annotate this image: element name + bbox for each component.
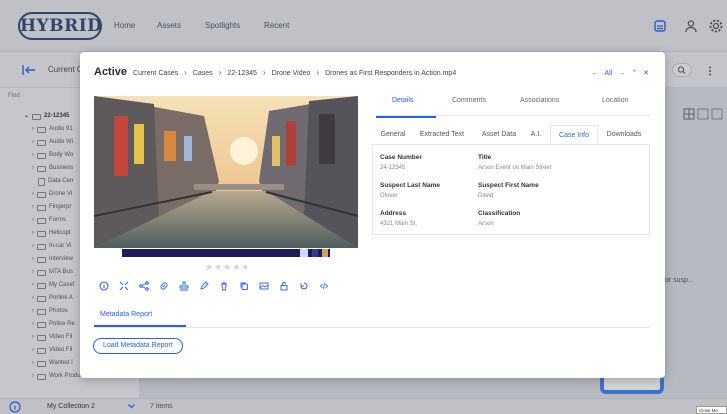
- field-label: Case Number: [380, 154, 422, 161]
- case-info-panel: Case Number 24-12345 Title Arson Event o…: [372, 144, 650, 235]
- title-field: Title Arson Event on Main Street: [478, 154, 551, 171]
- subtab-ai[interactable]: A.I.: [524, 125, 548, 144]
- asset-toolbar: [94, 280, 334, 292]
- expand-icon[interactable]: [114, 280, 134, 292]
- field-label: Suspect First Name: [478, 182, 539, 189]
- pen-icon[interactable]: [194, 280, 214, 292]
- field-label: Address: [380, 210, 407, 217]
- close-tooltip: Close Mo: [696, 406, 727, 414]
- load-metadata-report-button[interactable]: Load Metadata Report: [93, 338, 183, 354]
- timeline-marker: [300, 249, 308, 257]
- breadcrumb-separator-icon: ›: [316, 68, 320, 77]
- breadcrumb-item[interactable]: Cases: [193, 70, 213, 77]
- modal-header: Active Current Cases › Cases › 22-12345 …: [94, 66, 456, 78]
- lock-icon[interactable]: [274, 280, 294, 292]
- history-icon[interactable]: [294, 280, 314, 292]
- breadcrumb-item[interactable]: Drone Video: [272, 70, 311, 77]
- subtab-extracted-text[interactable]: Extracted Text: [412, 125, 472, 144]
- suspect-last-name-field: Suspect Last Name Glover: [380, 182, 440, 199]
- copy-icon[interactable]: [234, 280, 254, 292]
- subtab-asset-data[interactable]: Asset Data: [474, 125, 524, 144]
- divider: [94, 327, 650, 328]
- active-tab-indicator: [94, 325, 186, 327]
- field-value: 4321 Main St.: [380, 221, 418, 227]
- field-label: Title: [478, 154, 492, 161]
- share-icon[interactable]: [134, 280, 154, 292]
- tab-associations[interactable]: Associations: [520, 97, 559, 104]
- field-value: Arson Event on Main Street: [478, 165, 552, 171]
- asset-preview-image[interactable]: [94, 96, 358, 248]
- collapse-up-icon[interactable]: ⌃: [631, 69, 637, 77]
- tab-details[interactable]: Details: [392, 97, 413, 104]
- all-assets-link[interactable]: All: [604, 70, 612, 77]
- code-icon[interactable]: [314, 280, 334, 292]
- suspect-first-name-field: Suspect First Name David: [478, 182, 539, 199]
- detail-subtabs: General Extracted Text Asset Data A.I. C…: [372, 125, 650, 145]
- info-icon[interactable]: [94, 280, 114, 292]
- previous-arrow-icon[interactable]: ←: [591, 70, 598, 77]
- tab-comments[interactable]: Comments: [452, 97, 486, 104]
- stamp-icon[interactable]: [174, 280, 194, 292]
- trash-icon[interactable]: [214, 280, 234, 292]
- star-rating[interactable]: ★★★★★: [205, 262, 250, 273]
- classification-field: Classification Arson: [478, 210, 520, 227]
- image-icon[interactable]: [254, 280, 274, 292]
- field-value: Arson: [478, 221, 494, 227]
- field-value: David: [478, 193, 494, 199]
- active-tab-indicator: [376, 116, 436, 118]
- address-field: Address 4321 Main St.: [380, 210, 417, 227]
- modal-navigation: ← All → ⌃ ✕: [591, 69, 649, 78]
- breadcrumb-separator-icon: ›: [184, 68, 187, 77]
- breadcrumb-item[interactable]: 22-12345: [227, 70, 257, 77]
- asset-detail-modal: Active Current Cases › Cases › 22-12345 …: [80, 52, 665, 378]
- breadcrumb-separator-icon: ›: [262, 68, 266, 77]
- field-value: 24-12345: [380, 165, 406, 171]
- timeline-marker: [322, 249, 328, 257]
- tab-metadata-report[interactable]: Metadata Report: [100, 311, 152, 318]
- field-label: Suspect Last Name: [380, 182, 440, 189]
- detail-tabs: Details Comments Associations Location: [376, 96, 650, 118]
- subtab-downloads[interactable]: Downloads: [600, 125, 648, 144]
- status-label: Active: [94, 66, 128, 78]
- subtab-case-info[interactable]: Case Info: [550, 125, 598, 144]
- breadcrumb-item[interactable]: Current Cases: [133, 70, 178, 77]
- field-value: Glover: [380, 193, 398, 199]
- subtab-general[interactable]: General: [376, 125, 410, 144]
- video-timeline-strip[interactable]: [122, 249, 330, 257]
- city-canal-image: [94, 96, 358, 248]
- field-label: Classification: [478, 210, 521, 217]
- link-icon[interactable]: [154, 280, 174, 292]
- next-arrow-icon[interactable]: →: [618, 70, 625, 77]
- tab-location[interactable]: Location: [602, 97, 628, 104]
- breadcrumb-current: Drones as First Responders in Action.mp4: [325, 70, 457, 77]
- close-icon[interactable]: ✕: [643, 69, 649, 77]
- breadcrumb-separator-icon: ›: [218, 68, 222, 77]
- case-number-field: Case Number 24-12345: [380, 154, 422, 171]
- timeline-marker: [312, 249, 318, 257]
